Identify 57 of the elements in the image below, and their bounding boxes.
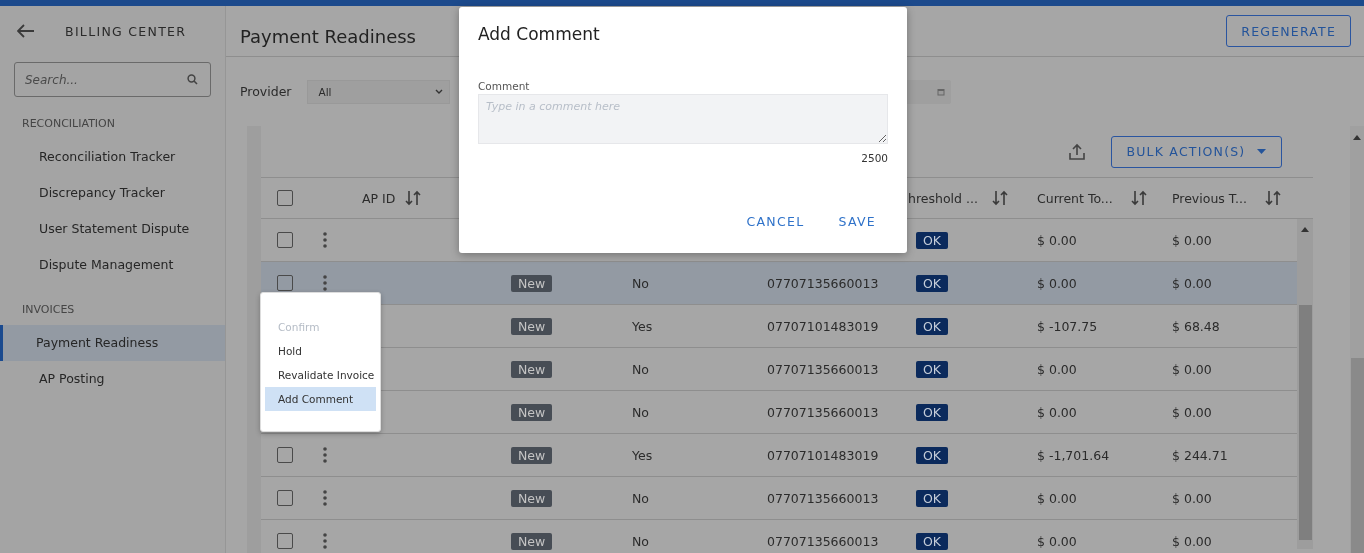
column-header: Current To... [1037,190,1113,206]
table-cell: $ 0.00 [1172,533,1212,549]
threshold-badge: OK [916,489,949,507]
section-heading: RECONCILIATION [21,116,116,132]
table-cell: $ 0.00 [1172,232,1212,248]
field-label: Comment [478,80,531,92]
column-header: AP ID [362,190,396,206]
table-cell: $ 244.71 [1172,447,1228,463]
status-badge: New [511,274,553,292]
threshold-badge: OK [916,231,949,249]
table-cell: $ 68.48 [1172,318,1220,334]
status-badge: New [511,317,553,335]
status-badge: New [511,360,553,378]
table-cell: No [632,275,649,291]
table-cell: $ 0.00 [1037,275,1077,291]
table-cell: $ 0.00 [1172,404,1212,420]
threshold-badge: OK [916,446,949,464]
table-cell: 07707135660013 [767,275,879,291]
threshold-badge: OK [916,532,949,550]
status-badge: New [511,532,553,550]
table-cell: 07707101483019 [767,318,879,334]
threshold-badge: OK [916,274,949,292]
table-cell: No [632,490,649,506]
table-cell: No [632,533,649,549]
threshold-badge: OK [916,403,949,421]
table-cell: 07707135660013 [767,404,879,420]
table-cell: $ 0.00 [1172,361,1212,377]
status-badge: New [511,403,553,421]
status-badge: New [511,489,553,507]
table-cell: $ 0.00 [1172,275,1212,291]
character-counter: 2500 [861,152,888,164]
table-cell: $ -1,701.64 [1037,447,1110,463]
sidebar-title: BILLING CENTER [65,23,187,39]
column-header: hreshold ... [908,190,978,206]
filter-label: Provider [240,84,292,99]
table-cell: $ 0.00 [1037,490,1077,506]
column-header: Previous T... [1172,190,1247,206]
table-cell: No [632,404,649,420]
status-badge: New [511,446,553,464]
table-cell: $ 0.00 [1037,232,1077,248]
table-cell: $ -107.75 [1037,318,1098,334]
table-cell: $ 0.00 [1172,490,1212,506]
threshold-badge: OK [916,317,949,335]
section-heading: INVOICES [21,302,76,318]
dialog-title: Add Comment [478,24,601,44]
table-cell: Yes [632,447,653,463]
threshold-badge: OK [916,360,949,378]
table-cell: No [632,361,649,377]
table-cell: Yes [632,318,653,334]
table-cell: 07707135660013 [767,361,879,377]
page-title: Payment Readiness [240,25,416,47]
table-cell: $ 0.00 [1037,533,1077,549]
table-cell: 07707135660013 [767,533,879,549]
table-cell: $ 0.00 [1037,404,1077,420]
table-cell: 07707101483019 [767,447,879,463]
table-cell: $ 0.00 [1037,361,1077,377]
table-cell: 07707135660013 [767,490,879,506]
